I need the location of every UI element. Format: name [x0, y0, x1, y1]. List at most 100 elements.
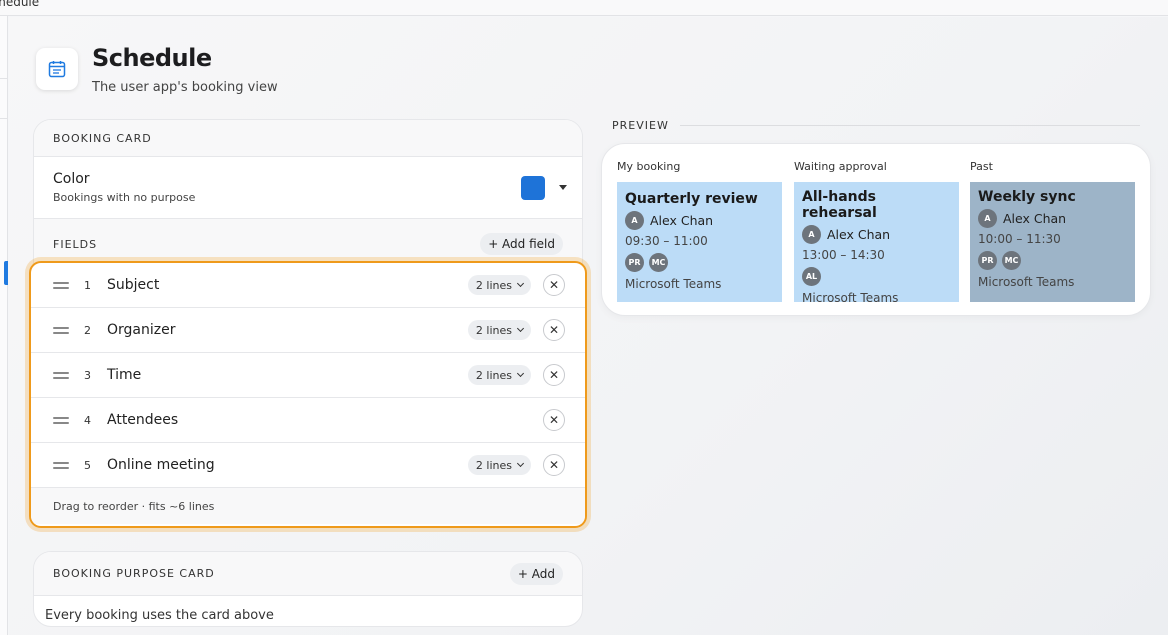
column-heading: Waiting approval: [794, 160, 887, 173]
booking-time: 13:00 – 14:30: [802, 248, 885, 262]
color-picker[interactable]: [521, 175, 567, 200]
field-row[interactable]: 3 Time 2 lines ✕: [31, 353, 585, 398]
booking-card[interactable]: Quarterly review A Alex Chan 09:30 – 11:0…: [617, 182, 782, 302]
field-row[interactable]: 5 Online meeting 2 lines ✕: [31, 443, 585, 488]
booking-title: Quarterly review: [625, 191, 758, 207]
preview-column-mine: My booking Quarterly review A Alex Chan 0…: [617, 160, 782, 302]
purpose-card-label: BOOKING PURPOSE CARD: [53, 567, 215, 580]
field-name: Online meeting: [107, 457, 215, 473]
remove-field-button[interactable]: ✕: [543, 454, 565, 476]
field-number: 4: [84, 413, 91, 427]
organizer-name: Alex Chan: [1003, 211, 1067, 226]
add-purpose-button[interactable]: + Add: [509, 562, 563, 585]
close-icon: ✕: [548, 368, 560, 382]
rail-divider: [0, 118, 8, 119]
remove-field-button[interactable]: ✕: [543, 274, 565, 296]
field-name: Time: [107, 367, 142, 383]
booking-organizer: A Alex Chan: [802, 225, 951, 244]
fields-label: FIELDS: [53, 237, 98, 251]
booking-meeting: Microsoft Teams: [978, 275, 1075, 289]
attendee-avatars: PR MC: [625, 253, 774, 272]
drag-handle-icon[interactable]: [53, 281, 69, 289]
color-swatch[interactable]: [521, 175, 545, 200]
field-number: 3: [84, 368, 91, 382]
field-row[interactable]: 4 Attendees ✕: [31, 398, 585, 443]
rail-active-marker[interactable]: [4, 261, 8, 285]
window-titlebar: Schedule: [0, 0, 1168, 16]
add-field-button[interactable]: + Add field: [480, 233, 563, 255]
left-rail: [0, 16, 8, 635]
field-name: Subject: [107, 277, 160, 293]
avatar: PR: [978, 251, 997, 270]
drag-handle-icon[interactable]: [53, 416, 69, 424]
avatar: PR: [625, 253, 644, 272]
remove-field-button[interactable]: ✕: [543, 409, 565, 431]
window-title: Schedule: [0, 0, 40, 9]
booking-meeting: Microsoft Teams: [625, 277, 722, 291]
avatar: A: [802, 225, 821, 244]
drag-handle-icon[interactable]: [53, 326, 69, 334]
preview-column-past: Past Weekly sync A Alex Chan 10:00 – 11:3…: [970, 160, 1135, 302]
booking-card-header: BOOKING CARD: [34, 120, 582, 157]
field-name: Attendees: [107, 412, 179, 428]
remove-field-button[interactable]: ✕: [543, 319, 565, 341]
lines-dropdown[interactable]: 2 lines: [467, 275, 531, 295]
field-name: Organizer: [107, 322, 176, 338]
drag-handle-icon[interactable]: [53, 461, 69, 469]
chevron-down-icon: [516, 369, 525, 378]
color-sublabel: Bookings with no purpose: [53, 191, 196, 204]
preview-card: My booking Quarterly review A Alex Chan 0…: [601, 143, 1151, 316]
rail-divider: [0, 78, 8, 79]
column-heading: Past: [970, 160, 993, 173]
booking-time: 10:00 – 11:30: [978, 232, 1061, 246]
organizer-name: Alex Chan: [827, 227, 891, 242]
field-number: 5: [84, 458, 91, 472]
purpose-card-body: Every booking uses the card above: [45, 608, 274, 623]
lines-value: 2 lines: [475, 458, 512, 472]
caret-down-icon[interactable]: [559, 185, 567, 190]
close-icon: ✕: [548, 458, 560, 472]
remove-field-button[interactable]: ✕: [543, 364, 565, 386]
chevron-down-icon: [516, 279, 525, 288]
calendar-icon: [36, 48, 78, 90]
page-title: Schedule: [92, 44, 212, 72]
booking-card[interactable]: All-hands rehearsal A Alex Chan 13:00 – 1…: [794, 182, 959, 305]
preview-column-pending: Waiting approval All-hands rehearsal A Al…: [794, 160, 959, 305]
lines-dropdown[interactable]: 2 lines: [467, 365, 531, 385]
field-number: 2: [84, 323, 91, 337]
booking-title: Weekly sync: [978, 189, 1076, 205]
avatar: MC: [1002, 251, 1021, 270]
booking-card-label: BOOKING CARD: [53, 131, 152, 145]
attendee-avatars: PR MC: [978, 251, 1127, 270]
color-setting-row: Color Bookings with no purpose: [34, 157, 582, 219]
chevron-down-icon: [516, 459, 525, 468]
page-subtitle: The user app's booking view: [92, 80, 278, 95]
close-icon: ✕: [548, 323, 560, 337]
attendee-avatars: AL: [802, 267, 951, 286]
avatar: AL: [802, 267, 821, 286]
booking-card[interactable]: Weekly sync A Alex Chan 10:00 – 11:30 PR …: [970, 182, 1135, 302]
color-label: Color: [53, 171, 90, 187]
column-heading: My booking: [617, 160, 681, 173]
field-row[interactable]: 1 Subject 2 lines ✕: [31, 263, 585, 308]
avatar: MC: [649, 253, 668, 272]
booking-meeting: Microsoft Teams: [802, 291, 899, 305]
lines-value: 2 lines: [475, 278, 512, 292]
fields-list: 1 Subject 2 lines ✕ 2 Organizer 2 lines …: [29, 261, 587, 528]
preview-divider: [680, 125, 1140, 126]
booking-title: All-hands rehearsal: [802, 189, 877, 221]
lines-value: 2 lines: [475, 323, 512, 337]
lines-dropdown[interactable]: 2 lines: [467, 320, 531, 340]
lines-dropdown[interactable]: 2 lines: [467, 455, 531, 475]
chevron-down-icon: [516, 324, 525, 333]
fields-footer: Drag to reorder · fits ~6 lines: [31, 488, 585, 524]
close-icon: ✕: [548, 278, 560, 292]
avatar: A: [625, 211, 644, 230]
preview-label: PREVIEW: [612, 119, 669, 132]
avatar: A: [978, 209, 997, 228]
drag-handle-icon[interactable]: [53, 371, 69, 379]
field-row[interactable]: 2 Organizer 2 lines ✕: [31, 308, 585, 353]
purpose-card-header: BOOKING PURPOSE CARD + Add: [34, 552, 582, 596]
booking-time: 09:30 – 11:00: [625, 234, 708, 248]
field-number: 1: [84, 278, 91, 292]
